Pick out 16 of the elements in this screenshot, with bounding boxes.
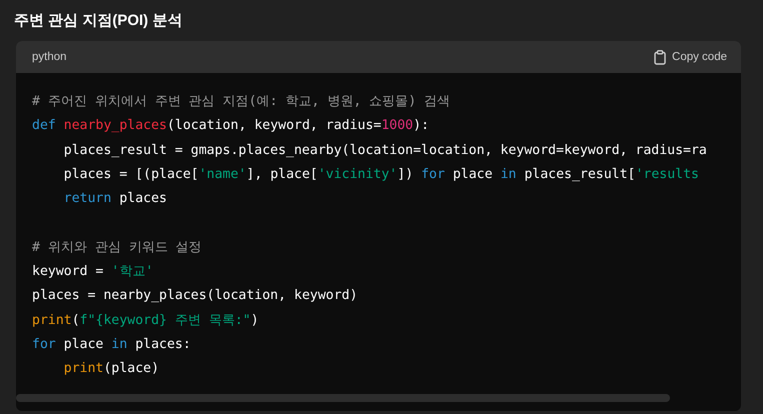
code-line: for place in places:	[32, 336, 191, 354]
code-line: print(place)	[64, 360, 160, 378]
copy-code-button[interactable]: Copy code	[653, 50, 727, 64]
code-line: return places	[64, 190, 167, 208]
scrollbar-thumb[interactable]	[16, 394, 670, 402]
code-line: # 주어진 위치에서 주변 관심 지점(예: 학교, 병원, 쇼핑몰) 검색	[32, 93, 450, 111]
code-line: def nearby_places(location, keyword, radius=1000):	[32, 117, 430, 136]
code-line: # 위치와 관심 키워드 설정	[32, 238, 202, 257]
section-heading: 주변 관심 지점(POI) 분석	[14, 11, 184, 31]
code-line: keyword = '학교'	[32, 263, 154, 282]
clipboard-icon	[653, 50, 668, 64]
code-line: places = [(place['name'], place['vicinity']) for place in places_result['results	[64, 166, 699, 184]
code-line: places = nearby_places(location, keyword)	[32, 287, 358, 306]
language-label: python	[32, 51, 67, 63]
code-line: print(f"{keyword} 주변 목록:")	[32, 312, 259, 330]
code-line: places_result = gmaps.places_nearby(location=location, keyword=keyword, radius=ra	[64, 142, 707, 160]
